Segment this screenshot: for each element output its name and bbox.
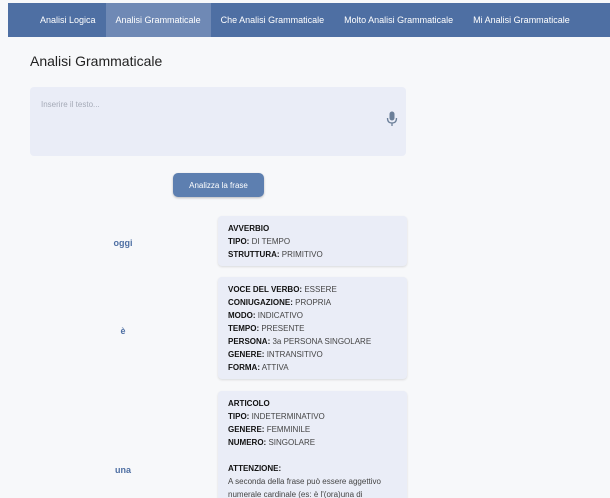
field-key: TIPO: <box>228 412 250 421</box>
field-value: ESSERE <box>304 285 337 294</box>
analysis-card-e: VOCE DEL VERBO: ESSERE CONIUGAZIONE: PRO… <box>218 277 407 379</box>
field-value: ATTIVA <box>261 363 289 372</box>
field-value: PRESENTE <box>261 324 305 333</box>
field-value: INDICATIVO <box>257 311 303 320</box>
field-key: NUMERO: <box>228 438 267 447</box>
microphone-icon[interactable] <box>386 111 398 127</box>
analysis-card-oggi: AVVERBIO TIPO: DI TEMPO STRUTTURA: PRIMI… <box>218 216 407 266</box>
field-key: GENERE: <box>228 425 265 434</box>
analysis-card-una: ARTICOLO TIPO: INDETERMINATIVO GENERE: F… <box>218 391 407 498</box>
nav-item-molto-analisi-grammaticale[interactable]: Molto Analisi Grammaticale <box>334 3 463 37</box>
attention-heading: ATTENZIONE: <box>228 464 282 473</box>
field-key: VOCE DEL VERBO: <box>228 285 303 294</box>
nav-item-analisi-logica[interactable]: Analisi Logica <box>8 3 106 37</box>
field-key: TIPO: <box>228 237 250 246</box>
field-key: MODO: <box>228 311 256 320</box>
word-label-e: è <box>120 326 126 336</box>
field-value: FEMMINILE <box>266 425 311 434</box>
analyze-button[interactable]: Analizza la frase <box>173 173 264 197</box>
top-nav-bar: Analisi Logica Analisi Grammaticale Che … <box>8 3 610 37</box>
nav-item-che-analisi-grammaticale[interactable]: Che Analisi Grammaticale <box>211 3 335 37</box>
field-key: FORMA: <box>228 363 260 372</box>
field-value: PROPRIA <box>295 298 332 307</box>
card-heading: AVVERBIO <box>228 224 270 233</box>
field-value: 3a PERSONA SINGOLARE <box>272 337 372 346</box>
field-key: STRUTTURA: <box>228 250 280 259</box>
word-label-una: una <box>114 465 131 475</box>
field-value: INDETERMINATIVO <box>251 412 325 421</box>
text-input-placeholder: Inserire il testo... <box>41 100 100 109</box>
field-key: GENERE: <box>228 350 265 359</box>
field-value: INTRANSITIVO <box>266 350 323 359</box>
field-value: DI TEMPO <box>251 237 291 246</box>
field-key: PERSONA: <box>228 337 271 346</box>
page-title: Analisi Grammaticale <box>30 53 163 69</box>
card-heading: ARTICOLO <box>228 399 270 408</box>
nav-item-analisi-grammaticale[interactable]: Analisi Grammaticale <box>105 3 211 37</box>
field-key: CONIUGAZIONE: <box>228 298 293 307</box>
field-value: SINGOLARE <box>268 438 316 447</box>
attention-text: A seconda della frase può essere aggetti… <box>228 477 381 498</box>
field-key: TEMPO: <box>228 324 260 333</box>
text-input-area[interactable]: Inserire il testo... <box>30 87 406 156</box>
word-label-oggi: oggi <box>113 238 133 248</box>
field-value: PRIMITIVO <box>281 250 323 259</box>
nav-item-mi-analisi-grammaticale[interactable]: Mi Analisi Grammaticale <box>463 3 580 37</box>
